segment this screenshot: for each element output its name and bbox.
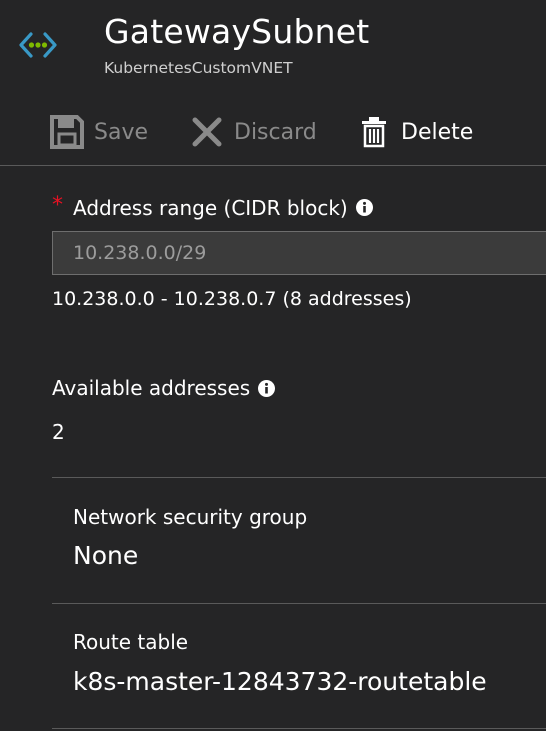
delete-button[interactable]: Delete <box>357 112 473 152</box>
required-marker: * <box>52 193 63 218</box>
route-table-label[interactable]: Route table <box>73 630 188 654</box>
page-subtitle: KubernetesCustomVNET <box>104 59 293 77</box>
available-addresses-label: Available addresses <box>52 376 276 400</box>
address-range-label: * Address range (CIDR block) <box>52 193 373 220</box>
available-addresses-label-text: Available addresses <box>52 376 251 400</box>
discard-button[interactable]: Discard <box>190 112 317 152</box>
section-divider <box>52 728 546 729</box>
address-range-input[interactable] <box>52 231 546 275</box>
page-title: GatewaySubnet <box>104 12 370 51</box>
discard-label: Discard <box>234 119 317 145</box>
info-icon[interactable] <box>355 199 373 216</box>
command-bar: Save Discard Delete <box>0 102 546 166</box>
section-divider <box>52 603 546 604</box>
available-addresses-value: 2 <box>52 420 65 444</box>
save-button[interactable]: Save <box>50 112 148 152</box>
section-divider <box>52 477 546 478</box>
nsg-label[interactable]: Network security group <box>73 505 307 529</box>
blade-header: GatewaySubnet KubernetesCustomVNET <box>0 0 546 100</box>
nsg-value[interactable]: None <box>73 541 138 570</box>
toolbar-divider <box>0 165 546 166</box>
route-table-value[interactable]: k8s-master-12843732-routetable <box>73 667 487 696</box>
address-range-summary: 10.238.0.0 - 10.238.0.7 (8 addresses) <box>52 288 412 310</box>
save-icon <box>50 115 84 149</box>
address-range-label-text: Address range (CIDR block) <box>73 195 348 220</box>
virtual-network-icon <box>19 32 57 58</box>
info-icon[interactable] <box>258 379 276 397</box>
close-icon <box>190 115 224 149</box>
delete-label: Delete <box>401 119 474 145</box>
save-label: Save <box>94 119 149 145</box>
trash-icon <box>357 115 391 149</box>
